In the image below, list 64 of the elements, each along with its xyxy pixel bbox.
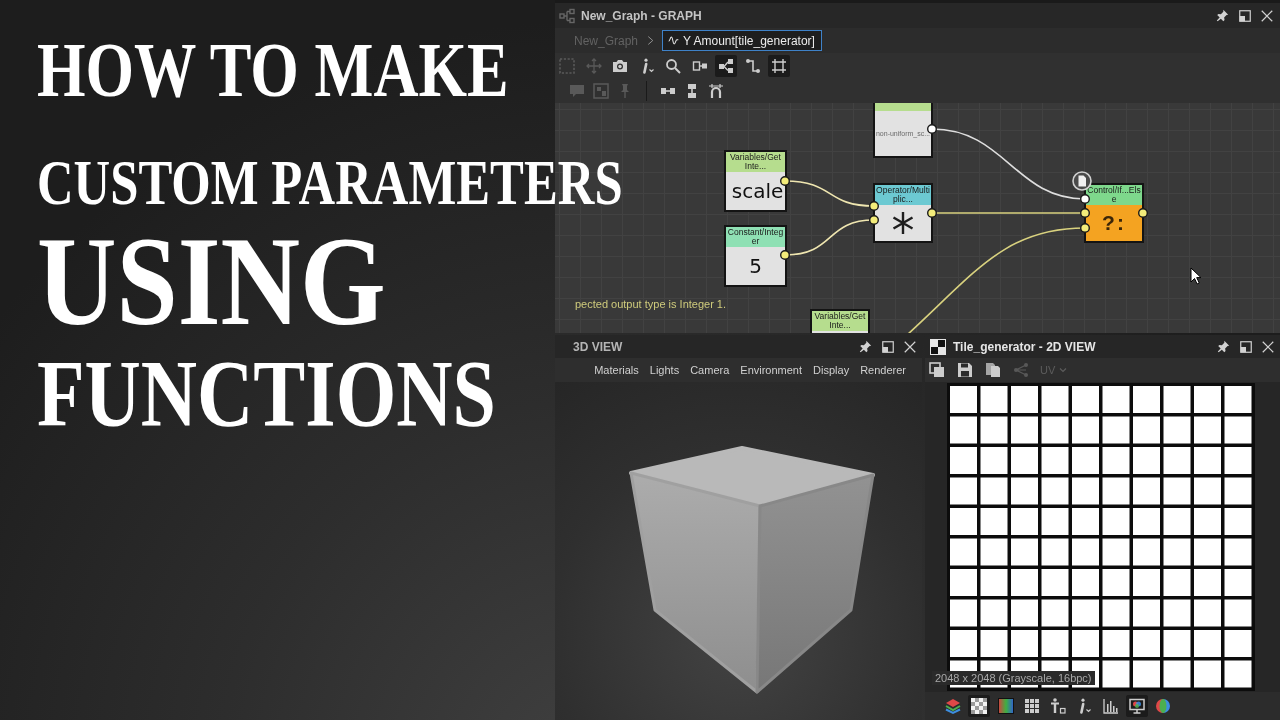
documents-icon[interactable] [985,362,1001,378]
node-value: scale [731,179,784,203]
menu-item[interactable]: Materials [594,364,639,376]
panel-title: New_Graph - GRAPH [581,8,702,23]
gradient-icon[interactable] [997,698,1014,714]
histogram-icon[interactable] [1102,698,1119,714]
close-icon[interactable] [1262,340,1274,353]
node-header: Operator/Multiplic... [875,185,931,205]
node-header: Control/If...Else [1086,185,1142,205]
node-header: Variables/Get Inte... [726,152,785,172]
hierarchy-icon[interactable] [715,54,737,77]
layers-icon[interactable] [945,698,961,714]
close-icon[interactable] [904,340,916,353]
checkerboard-icon[interactable] [968,695,991,717]
menu-item[interactable]: Display [813,364,850,376]
search-icon[interactable] [665,57,681,74]
port-icon[interactable] [780,250,790,260]
camera-icon[interactable] [612,57,628,74]
status-message: pected output type is Integer 1. [575,298,727,310]
maximize-icon[interactable] [1240,340,1252,353]
graph-node[interactable]: Variables/Get Inte... [810,309,870,333]
pin-icon[interactable] [1216,9,1229,22]
maximize-icon[interactable] [882,340,894,353]
maximize-icon[interactable] [1239,9,1251,22]
magnet-icon[interactable] [708,82,724,99]
image-info-text: 2048 x 2048 (Grayscale, 16bpc) [932,671,1095,685]
chevron-icon [646,36,656,45]
pin-icon[interactable] [1217,340,1230,353]
asterisk-icon [891,211,915,235]
node-value: 5 [749,254,762,278]
menu-item[interactable]: Renderer [860,364,906,376]
save-icon[interactable] [957,362,973,378]
menu-item[interactable]: Camera [690,364,730,376]
graph-node[interactable]: Variables/Get Inte... scale [724,150,787,212]
cursor-icon [1190,267,1202,285]
connector-icon[interactable] [744,57,761,74]
close-icon[interactable] [1261,9,1273,22]
menu-item[interactable]: Environment [740,364,803,376]
headline-text: CUSTOM PARAMETERS [37,151,623,215]
graph-node[interactable]: Control/If...Else ?: [1084,183,1144,243]
node-header: Constant/Integer [726,227,785,247]
node-tree-icon [559,7,575,24]
panel-title: Tile_generator - 2D VIEW [953,339,1096,354]
checker-square-icon [930,338,946,355]
headline-text: HOW TO MAKE [37,31,509,110]
wave-icon [668,35,680,46]
port-icon[interactable] [927,208,937,218]
caret-icon [1059,366,1068,374]
panel-title: 3D VIEW [573,339,623,354]
grid-icon[interactable] [1023,698,1040,714]
figure-icon[interactable] [1050,698,1067,714]
graph-node[interactable]: Operator/Multiplic... [873,183,933,243]
headline-text: USING [37,216,386,345]
monitor-icon[interactable] [1126,695,1149,717]
menu-item[interactable]: Lights [649,364,680,376]
port-icon[interactable] [1138,208,1148,218]
crop-frame-icon[interactable] [768,54,790,77]
headline-text: FUNCTIONS [37,346,496,442]
copy-icon[interactable] [929,362,945,378]
color-wheel-icon[interactable] [1155,698,1172,714]
breadcrumb-item[interactable]: Y Amount[tile_generator] [662,30,822,51]
node-symbol: ?: [1102,211,1126,235]
graph-node[interactable]: Constant/Integer 5 [724,225,787,287]
pin-icon[interactable] [859,340,872,353]
